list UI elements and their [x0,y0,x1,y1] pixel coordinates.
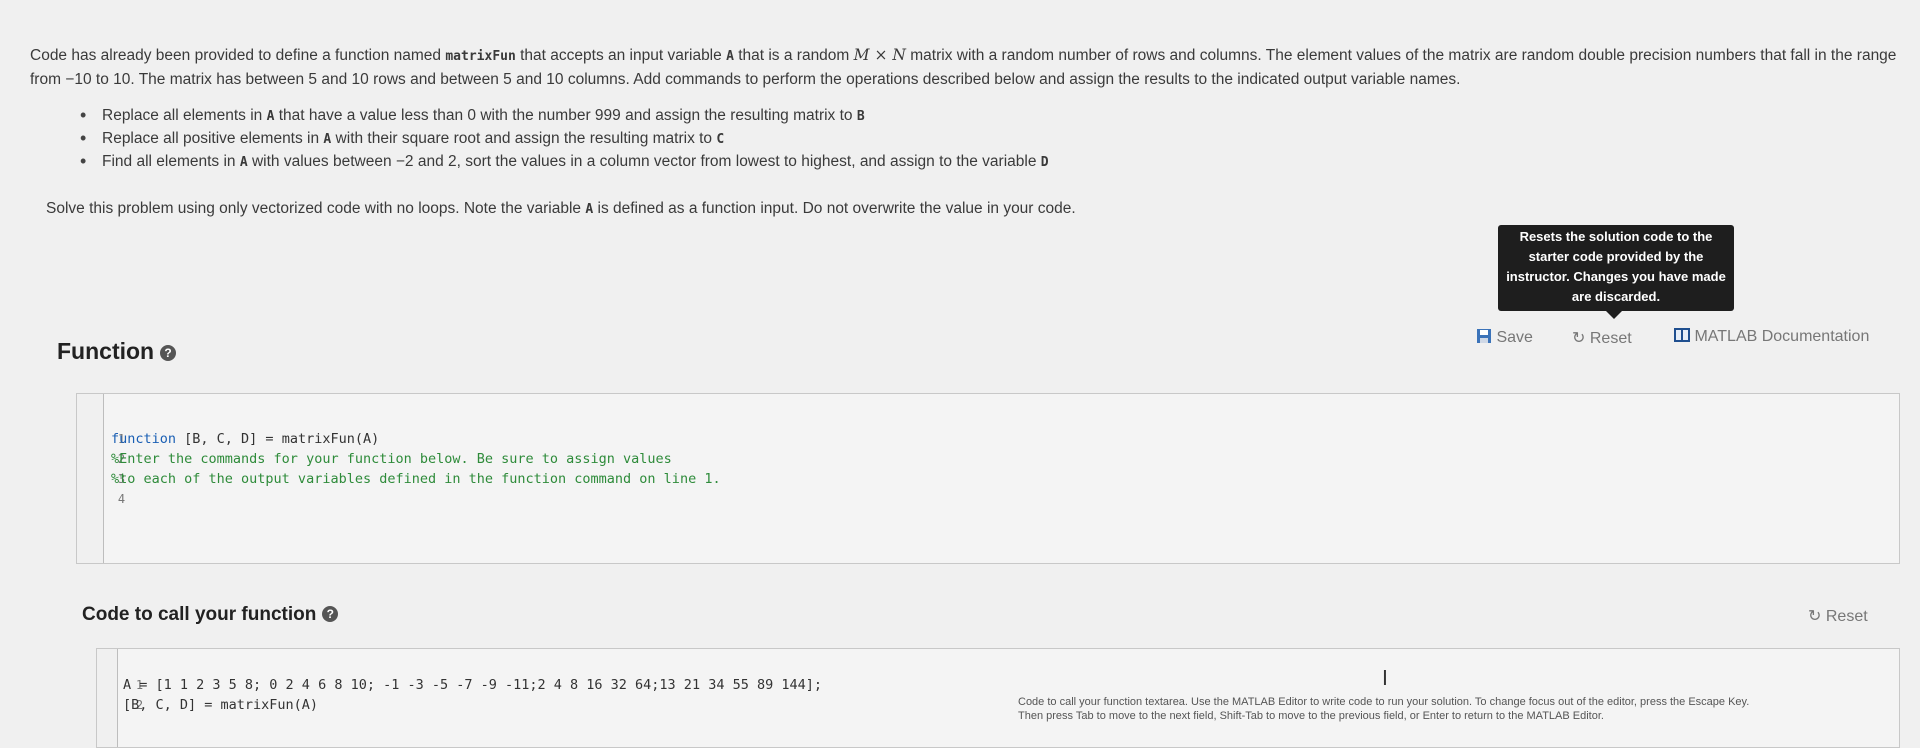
text-cursor-icon: I [1382,666,1388,690]
function-code-editor[interactable]: 1 function [B, C, D] = matrixFun(A) 2 %Ent… [76,393,1900,564]
help-icon[interactable]: ? [322,606,339,622]
task-item: Find all elements in A with values betwe… [80,150,1049,173]
reset-button[interactable]: ↻ Reset [1572,328,1632,348]
code-line: 2 [B, C, D] = matrixFun(A) [123,697,319,713]
reset-icon: ↻ [1572,330,1586,347]
code-line: 2 %Enter the commands for your function b… [111,451,672,467]
function-section-title: Function? [57,338,177,365]
help-icon[interactable]: ? [160,345,177,361]
matrix-dims: M × N [853,46,906,64]
code-line: 3 %to each of the output variables define… [111,471,721,487]
task-list: Replace all elements in A that have a va… [80,104,1049,173]
reset-icon: ↻ [1808,608,1822,625]
task-item: Replace all elements in A that have a va… [80,104,1049,127]
code-line: 1A = [1 1 2 3 5 8; 0 2 4 6 8 10; -1 -3 -… [123,677,822,693]
matlab-documentation-link[interactable]: MATLAB Documentation [1674,328,1869,346]
function-name: matrixFun [445,49,516,64]
code-line: 4 [117,492,126,506]
solve-instructions: Solve this problem using only vectorized… [46,200,1076,217]
call-reset-button[interactable]: ↻ Reset [1808,606,1868,626]
task-item: Replace all positive elements in A with … [80,127,1049,150]
editor-hint: Code to call your function textarea. Use… [1018,696,1750,722]
problem-description: Code has already been provided to define… [30,46,1897,88]
var-a: A [726,49,734,64]
book-icon [1674,328,1690,342]
save-button[interactable]: Save [1476,328,1533,347]
code-line: 1 function [B, C, D] = matrixFun(A) [111,431,380,447]
reset-tooltip: Resets the solution code to the starter … [1498,225,1734,319]
call-section-title: Code to call your function? [82,604,339,626]
save-icon [1477,329,1491,343]
